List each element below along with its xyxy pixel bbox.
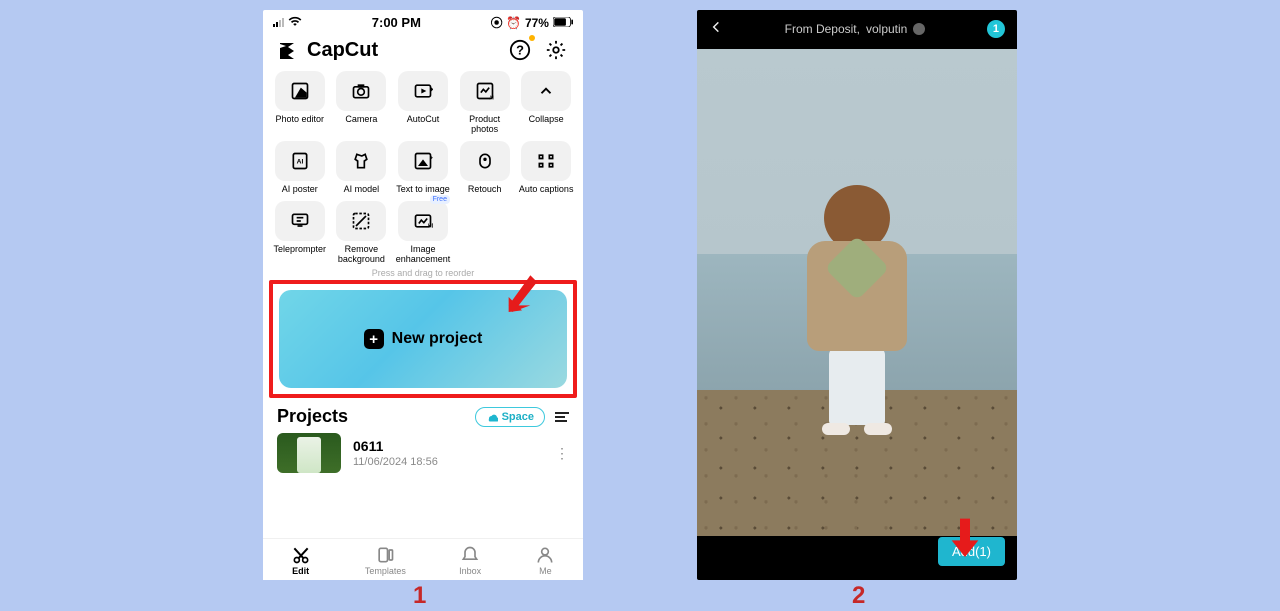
tool-label: Auto captions bbox=[519, 185, 574, 195]
tool-image-enhancement[interactable]: FreeHDImage enhancement bbox=[394, 201, 452, 265]
space-button[interactable]: Space bbox=[475, 407, 545, 427]
tool-label: Retouch bbox=[468, 185, 502, 195]
back-button[interactable] bbox=[709, 18, 723, 39]
cloud-icon bbox=[486, 412, 498, 422]
tool-label: Teleprompter bbox=[274, 245, 327, 255]
tool-label: Product photos bbox=[456, 115, 514, 135]
step-label-1: 1 bbox=[413, 582, 426, 610]
selection-count[interactable]: 1 bbox=[987, 20, 1005, 38]
picker-header: From Deposit, volputin 1 bbox=[697, 10, 1017, 47]
svg-text:AI: AI bbox=[489, 95, 494, 101]
tool-product-photos[interactable]: AI Product photos bbox=[456, 71, 514, 135]
sort-icon[interactable] bbox=[555, 412, 569, 422]
settings-button[interactable] bbox=[543, 37, 569, 63]
annotation-arrow-icon bbox=[948, 517, 982, 557]
tool-retouch[interactable]: Retouch bbox=[456, 141, 514, 195]
tool-ai-model[interactable]: AI model bbox=[333, 141, 391, 195]
brand-name: CapCut bbox=[307, 39, 378, 62]
phone-right: From Deposit, volputin 1 Add(1) bbox=[697, 10, 1017, 580]
projects-heading: Projects bbox=[277, 406, 348, 427]
svg-text:HD: HD bbox=[428, 223, 433, 229]
help-button[interactable]: ? bbox=[507, 37, 533, 63]
app-header: CapCut ? bbox=[263, 31, 583, 67]
signal-icon bbox=[273, 18, 284, 27]
tool-label: AutoCut bbox=[407, 115, 440, 125]
wifi-icon bbox=[288, 16, 302, 30]
svg-text:?: ? bbox=[516, 43, 524, 58]
tool-photo-editor[interactable]: Photo editor bbox=[271, 71, 329, 135]
free-badge: Free bbox=[430, 195, 450, 204]
nav-label: Me bbox=[539, 566, 552, 576]
battery-percent: 77% bbox=[525, 16, 549, 30]
tool-label: Photo editor bbox=[276, 115, 325, 125]
nav-inbox[interactable]: Inbox bbox=[459, 545, 481, 576]
nav-label: Inbox bbox=[459, 566, 481, 576]
tool-camera[interactable]: Camera bbox=[333, 71, 391, 135]
plus-icon: + bbox=[364, 329, 384, 349]
nav-edit[interactable]: Edit bbox=[290, 545, 312, 576]
nav-label: Templates bbox=[365, 566, 406, 576]
project-thumb bbox=[277, 433, 341, 473]
tool-label: Image enhancement bbox=[394, 245, 452, 265]
annotation-arrow-icon bbox=[505, 272, 539, 312]
picker-title-prefix: From Deposit, bbox=[785, 22, 860, 36]
project-more-icon[interactable]: ⋮ bbox=[555, 445, 569, 462]
tool-label: Camera bbox=[345, 115, 377, 125]
project-item[interactable]: 0611 11/06/2024 18:56 ⋮ bbox=[263, 431, 583, 475]
brand: CapCut bbox=[277, 38, 378, 62]
nav-label: Edit bbox=[292, 566, 309, 576]
battery-icon bbox=[553, 16, 573, 30]
tool-remove-background[interactable]: Remove background bbox=[333, 201, 391, 265]
tool-label: Collapse bbox=[529, 115, 564, 125]
svg-text:AI: AI bbox=[296, 158, 303, 165]
picker-title-user: volputin bbox=[866, 22, 907, 36]
space-label: Space bbox=[502, 411, 534, 423]
project-title: 0611 bbox=[353, 438, 543, 454]
avatar-icon bbox=[913, 23, 925, 35]
media-preview[interactable] bbox=[697, 49, 1017, 536]
tool-auto-captions[interactable]: Auto captions bbox=[517, 141, 575, 195]
tool-label: AI model bbox=[344, 185, 380, 195]
new-project-label: New project bbox=[392, 330, 483, 348]
tool-grid: Photo editor Camera AutoCut AI Product ph… bbox=[263, 67, 583, 264]
alarm-location-icon: ⦿ ⏰ bbox=[491, 14, 521, 31]
tool-collapse[interactable]: Collapse bbox=[517, 71, 575, 135]
project-date: 11/06/2024 18:56 bbox=[353, 456, 543, 468]
brand-logo-icon bbox=[277, 38, 301, 62]
nav-templates[interactable]: Templates bbox=[365, 545, 406, 576]
bottom-nav: Edit Templates Inbox Me bbox=[263, 538, 583, 580]
step-label-2: 2 bbox=[852, 582, 865, 610]
tool-autocut[interactable]: AutoCut bbox=[394, 71, 452, 135]
tool-label: Text to image bbox=[396, 185, 450, 195]
status-bar: 7:00 PM ⦿ ⏰ 77% bbox=[263, 10, 583, 31]
tool-teleprompter[interactable]: Teleprompter bbox=[271, 201, 329, 265]
tool-ai-poster[interactable]: AI AI poster bbox=[271, 141, 329, 195]
tool-label: Remove background bbox=[333, 245, 391, 265]
projects-header: Projects Space bbox=[263, 400, 583, 431]
tool-text-to-image[interactable]: Text to image bbox=[394, 141, 452, 195]
nav-me[interactable]: Me bbox=[534, 545, 556, 576]
tool-label: AI poster bbox=[282, 185, 318, 195]
preview-subject bbox=[803, 185, 911, 435]
notification-dot-icon bbox=[529, 35, 535, 41]
status-time: 7:00 PM bbox=[372, 15, 421, 30]
